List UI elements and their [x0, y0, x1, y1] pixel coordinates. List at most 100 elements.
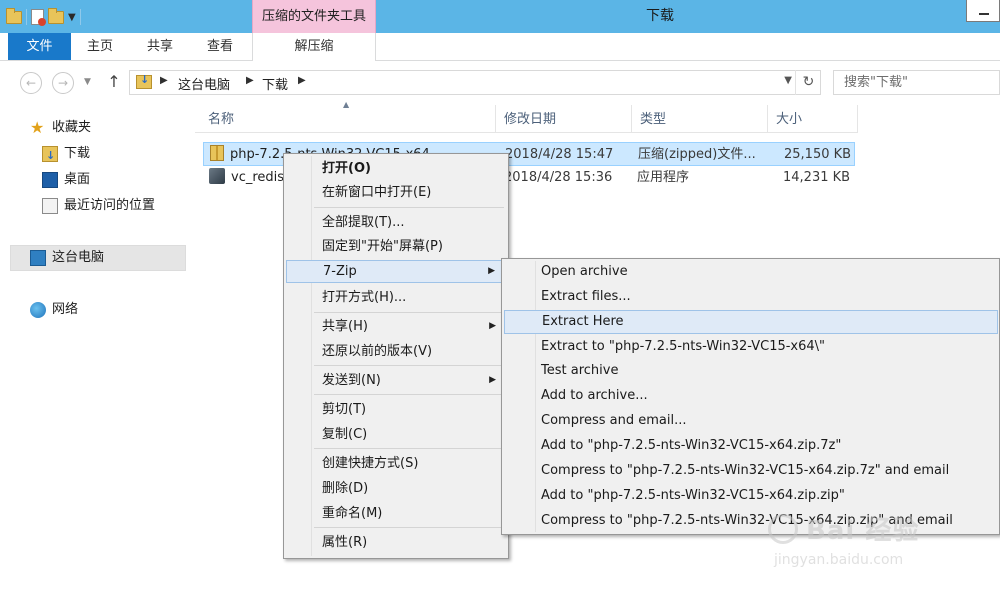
- window-title: 下载: [646, 8, 674, 24]
- menu-item-pin-to-start[interactable]: 固定到"开始"屏幕(P): [286, 235, 506, 258]
- tab-view[interactable]: 查看: [200, 33, 240, 60]
- nav-item-label: 下载: [64, 146, 91, 161]
- tab-home[interactable]: 主页: [80, 33, 120, 60]
- menu-separator: [314, 365, 504, 366]
- file-size: 14,231 KB: [783, 170, 851, 185]
- menu-item-share[interactable]: 共享(H) ▶: [286, 315, 506, 338]
- submenu-item-extract-files[interactable]: Extract files...: [504, 285, 998, 309]
- new-folder-icon[interactable]: [48, 7, 64, 24]
- submenu-item-compress-and-email[interactable]: Compress and email...: [504, 409, 998, 433]
- breadcrumb-arrow-icon[interactable]: ▶: [246, 75, 254, 86]
- nav-item-desktop[interactable]: 桌面: [42, 168, 90, 192]
- nav-item-label: 桌面: [64, 172, 91, 187]
- column-header-type[interactable]: 类型: [632, 105, 768, 133]
- nav-item-label: 这台电脑: [52, 250, 105, 265]
- menu-item-cut[interactable]: 剪切(T): [286, 398, 506, 421]
- this-pc-icon: [30, 250, 46, 266]
- file-type: 压缩(zipped)文件...: [638, 147, 756, 162]
- submenu-item-add-to-7z[interactable]: Add to "php-7.2.5-nts-Win32-VC15-x64.zip…: [504, 434, 998, 458]
- column-header-name[interactable]: 名称: [200, 105, 496, 133]
- submenu-arrow-icon: ▶: [489, 375, 496, 385]
- breadcrumb-arrow-icon[interactable]: ▶: [160, 75, 168, 86]
- application-icon: [209, 168, 225, 184]
- nav-item-favorites[interactable]: ★ 收藏夹: [30, 116, 91, 140]
- menu-item-label: 7-Zip: [323, 264, 357, 279]
- submenu-item-extract-here[interactable]: Extract Here: [504, 310, 998, 334]
- menu-item-open-with[interactable]: 打开方式(H)...: [286, 286, 506, 309]
- zip-folder-icon: [210, 145, 224, 161]
- context-tab-group-label: 压缩的文件夹工具: [252, 0, 376, 33]
- nav-item-label: 收藏夹: [52, 120, 92, 135]
- breadcrumb-downloads[interactable]: 下载: [262, 74, 288, 93]
- menu-item-rename[interactable]: 重命名(M): [286, 502, 506, 525]
- downloads-folder-icon: [136, 73, 152, 89]
- nav-item-label: 网络: [52, 302, 79, 317]
- star-icon: ★: [30, 118, 45, 137]
- submenu-item-open-archive[interactable]: Open archive: [504, 260, 998, 284]
- chevron-down-icon[interactable]: ▼: [68, 12, 76, 23]
- menu-separator: [314, 527, 504, 528]
- back-button[interactable]: ←: [20, 72, 42, 94]
- file-name: vc_redis: [231, 170, 285, 185]
- desktop-icon: [42, 172, 58, 188]
- nav-item-recent-places[interactable]: 最近访问的位置: [42, 194, 155, 218]
- forward-button[interactable]: →: [52, 72, 74, 94]
- up-button[interactable]: ↑: [103, 71, 125, 93]
- breadcrumb-this-pc[interactable]: 这台电脑: [178, 74, 230, 93]
- menu-separator: [314, 394, 504, 395]
- column-header-date[interactable]: 修改日期: [496, 105, 632, 133]
- recent-locations-chevron-icon[interactable]: ▼: [84, 77, 91, 87]
- context-menu: 打开(O) 在新窗口中打开(E) 全部提取(T)... 固定到"开始"屏幕(P)…: [283, 153, 509, 559]
- menu-item-send-to[interactable]: 发送到(N) ▶: [286, 369, 506, 392]
- network-icon: [30, 302, 46, 318]
- submenu-arrow-icon: ▶: [489, 321, 496, 331]
- menu-item-open[interactable]: 打开(O): [286, 157, 506, 180]
- column-header-size[interactable]: 大小: [768, 105, 858, 133]
- paw-logo-icon: [768, 514, 798, 544]
- properties-icon[interactable]: [31, 9, 46, 26]
- 7zip-submenu: Open archive Extract files... Extract He…: [501, 258, 1000, 535]
- refresh-button[interactable]: ↻: [795, 70, 821, 95]
- menu-separator: [314, 448, 504, 449]
- navigation-pane: [0, 105, 188, 595]
- file-size: 25,150 KB: [784, 147, 852, 162]
- menu-item-open-new-window[interactable]: 在新窗口中打开(E): [286, 181, 506, 204]
- nav-item-label: 最近访问的位置: [64, 198, 156, 213]
- menu-item-copy[interactable]: 复制(C): [286, 423, 506, 446]
- submenu-item-add-to-zip[interactable]: Add to "php-7.2.5-nts-Win32-VC15-x64.zip…: [504, 484, 998, 508]
- submenu-item-compress-7z-email[interactable]: Compress to "php-7.2.5-nts-Win32-VC15-x6…: [504, 459, 998, 483]
- menu-item-delete[interactable]: 删除(D): [286, 477, 506, 500]
- breadcrumb-arrow-icon[interactable]: ▶: [298, 75, 306, 86]
- recent-places-icon: [42, 198, 58, 214]
- menu-separator: [314, 207, 504, 208]
- nav-item-this-pc[interactable]: 这台电脑: [30, 246, 104, 270]
- folder-icon[interactable]: [6, 7, 22, 24]
- file-type: 应用程序: [637, 170, 690, 185]
- watermark-brand: Bai 经验: [806, 516, 920, 546]
- menu-separator: [314, 312, 504, 313]
- submenu-item-test-archive[interactable]: Test archive: [504, 359, 998, 383]
- tab-extract[interactable]: 解压缩: [252, 33, 376, 61]
- menu-item-7zip[interactable]: 7-Zip ▶: [286, 260, 506, 283]
- submenu-item-extract-to-folder[interactable]: Extract to "php-7.2.5-nts-Win32-VC15-x64…: [504, 335, 998, 359]
- minimize-button[interactable]: [966, 0, 1000, 22]
- file-name-cell: vc_redis: [209, 168, 284, 188]
- downloads-folder-icon: [42, 144, 58, 168]
- menu-item-create-shortcut[interactable]: 创建快捷方式(S): [286, 452, 506, 475]
- submenu-item-add-to-archive[interactable]: Add to archive...: [504, 384, 998, 408]
- nav-item-network[interactable]: 网络: [30, 298, 78, 322]
- toolbar-divider: [79, 9, 81, 25]
- watermark: Bai 经验 jingyan.baidu.com: [768, 508, 988, 578]
- tab-share[interactable]: 共享: [140, 33, 180, 60]
- search-input[interactable]: 搜索"下载": [833, 70, 1000, 95]
- address-bar[interactable]: ▶ 这台电脑 ▶ 下载 ▶ ▼: [129, 70, 821, 95]
- menu-item-label: 共享(H): [322, 319, 368, 334]
- menu-item-restore-previous[interactable]: 还原以前的版本(V): [286, 340, 506, 363]
- menu-item-extract-all[interactable]: 全部提取(T)...: [286, 211, 506, 234]
- file-date: 2018/4/28 15:36: [504, 170, 613, 185]
- menu-item-properties[interactable]: 属性(R): [286, 531, 506, 554]
- tab-file[interactable]: 文件: [8, 33, 71, 60]
- address-dropdown-icon[interactable]: ▼: [784, 75, 792, 86]
- nav-item-downloads[interactable]: 下载: [42, 142, 91, 168]
- toolbar-divider: [26, 9, 27, 25]
